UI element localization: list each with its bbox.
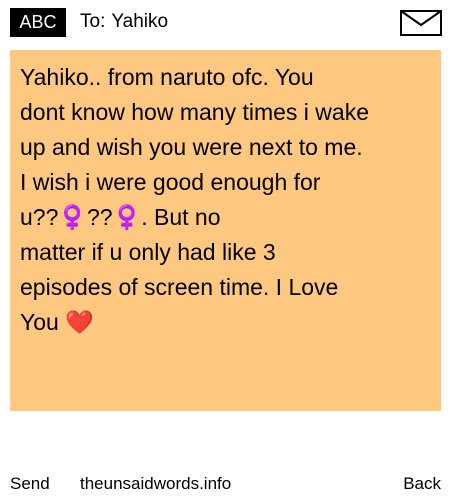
envelope-icon[interactable] [400, 10, 442, 36]
to-prefix-label: To: [80, 11, 106, 32]
site-name: theunsaidwords.info [80, 474, 232, 493]
recipient-line: To: Yahiko [80, 10, 168, 34]
recipient-name: Yahiko [111, 11, 169, 32]
message-body-area[interactable]: Yahiko.. from naruto ofc. You dont know … [10, 50, 441, 411]
send-button[interactable]: Send [10, 472, 50, 496]
header: ABC To: Yahiko [0, 0, 450, 44]
back-button[interactable]: Back [403, 472, 441, 496]
message-text: Yahiko.. from naruto ofc. You dont know … [20, 64, 369, 335]
footer: Send theunsaidwords.info Back [0, 472, 450, 496]
input-mode-badge[interactable]: ABC [10, 8, 66, 37]
